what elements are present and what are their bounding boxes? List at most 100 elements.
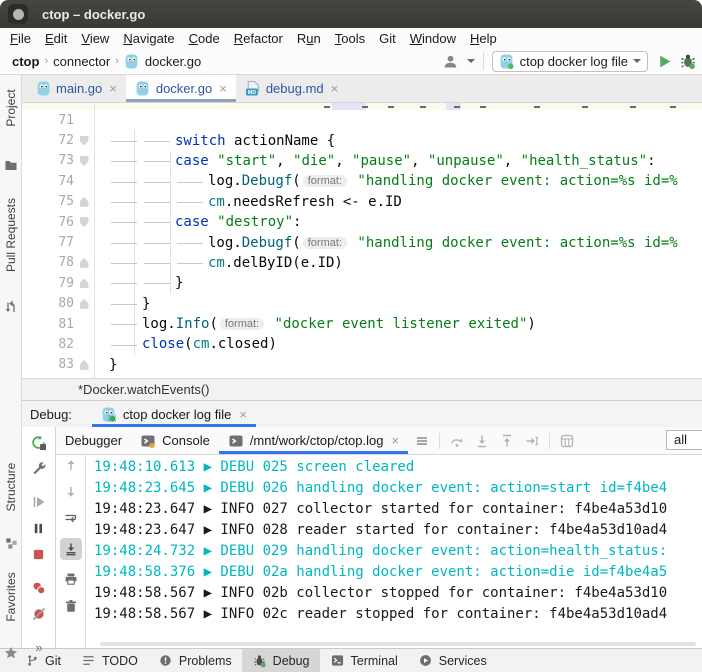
markdown-file-icon: MD [245,81,261,97]
stop-icon[interactable] [31,546,47,562]
breadcrumb-item[interactable]: docker.go [145,54,201,69]
log-output[interactable]: 19:48:10.613 ▶ DEBU 025 screen cleared19… [86,455,702,648]
down-icon[interactable] [63,484,79,500]
console-tab--mnt-work-ctop-ctop-log[interactable]: /mnt/work/ctop/ctop.log× [219,427,408,454]
menu-bar: FileEditViewNavigateCodeRefactorRunTools… [0,28,702,48]
fold-marker-icon[interactable] [80,217,89,227]
evaluate-icon[interactable] [559,433,575,449]
token [266,316,274,332]
log-line: 19:48:23.647 ▶ INFO 028 reader started f… [94,520,702,541]
breadcrumb-item[interactable]: connector [53,54,110,69]
statusbar-item-git[interactable]: Git [14,649,71,672]
statusbar-item-terminal[interactable]: Terminal [320,649,408,672]
close-icon[interactable]: × [219,82,227,95]
wrench-icon[interactable] [31,460,47,476]
step-into-icon[interactable] [474,433,490,449]
menu-item-navigate[interactable]: Navigate [116,31,181,46]
fold-marker-icon[interactable] [80,136,89,146]
editor-tab-main-go[interactable]: main.go× [26,75,126,102]
statusbar-item-todo[interactable]: TODO [71,649,148,672]
resume-icon[interactable] [31,494,47,510]
fold-marker-icon[interactable] [80,156,89,166]
token: actionName { [226,133,336,149]
menu-item-view[interactable]: View [74,31,116,46]
code-text: cm.delByID(e.ID) [94,255,343,271]
editor-tab-label: docker.go [156,81,212,96]
tab-whitespace [142,134,175,148]
fold-marker-icon[interactable] [80,299,89,309]
console-tab-debugger[interactable]: Debugger [56,427,131,454]
menu-item-git[interactable]: Git [372,31,403,46]
sidebar-item-favorites[interactable]: Favorites [4,572,18,621]
log-filter-select[interactable]: all [666,430,702,450]
pull-requests-icon[interactable] [3,299,19,315]
breadcrumb-item[interactable]: ctop [12,54,39,69]
token: ( [292,235,300,251]
fold-marker-icon[interactable] [80,197,89,207]
editor-tab-docker-go[interactable]: docker.go × [126,75,236,102]
statusbar-item-services[interactable]: Services [408,649,497,672]
menu-item-file[interactable]: File [3,31,38,46]
menu-item-tools[interactable]: Tools [328,31,372,46]
console-toolbar-icons [414,427,575,454]
code-line: 72switch actionName { [22,130,702,150]
statusbar-item-debug[interactable]: Debug [242,649,320,672]
token: .delByID(e.ID) [225,255,343,271]
print-icon[interactable] [63,571,79,587]
close-icon[interactable]: × [109,82,117,95]
sidebar-item-project[interactable]: Project [4,89,18,126]
run-to-cursor-icon[interactable] [524,433,540,449]
close-icon[interactable]: × [391,434,399,447]
run-button[interactable] [656,53,672,69]
fold-marker-icon[interactable] [80,278,89,288]
code-editor[interactable]: 7172switch actionName {73case "start", "… [22,103,702,378]
sidebar-item-pull-requests[interactable]: Pull Requests [4,198,18,272]
token: cm [208,194,225,210]
hamburger-icon[interactable] [414,433,430,449]
step-out-icon[interactable] [499,433,515,449]
up-icon[interactable] [63,457,79,473]
menu-item-window[interactable]: Window [403,31,463,46]
soft-wrap-icon[interactable] [63,511,79,527]
mute-breakpoints-icon[interactable] [31,606,47,622]
statusbar-item-problems[interactable]: Problems [148,649,242,672]
token: "health_status" [521,153,647,169]
statusbar-item-label: TODO [102,654,138,668]
step-over-icon[interactable] [449,433,465,449]
tab-whitespace [109,195,142,209]
project-icon[interactable] [3,157,19,173]
editor-tab-debug-md[interactable]: MDdebug.md× [236,75,347,102]
pause-icon[interactable] [31,520,47,536]
view-breakpoints-icon[interactable] [31,580,47,596]
menu-item-help[interactable]: Help [463,31,504,46]
scroll-to-end-icon[interactable] [60,538,82,560]
horizontal-scrollbar[interactable] [100,642,696,646]
fold-marker-icon[interactable] [80,258,89,268]
user-dropdown-caret[interactable] [467,59,475,67]
console-tab-console[interactable]: Console [131,427,219,454]
structure-icon[interactable] [3,535,19,551]
user-icon[interactable] [443,53,459,69]
tab-whitespace [142,154,175,168]
debug-button[interactable] [680,53,696,69]
debug-session-tab[interactable]: ctop docker log file × [92,401,256,427]
favorites-icon[interactable] [3,645,19,661]
token: "start" [217,153,276,169]
close-icon[interactable]: × [239,408,247,421]
code-line: 83} [22,355,702,375]
menu-item-refactor[interactable]: Refactor [227,31,290,46]
token: log. [208,235,242,251]
run-configuration-select[interactable]: ctop docker log file [492,51,648,72]
menu-item-code[interactable]: Code [182,31,227,46]
rerun-icon[interactable] [31,434,47,450]
trash-icon[interactable] [63,598,79,614]
token: ) [527,316,535,332]
menu-item-edit[interactable]: Edit [38,31,74,46]
token: cm [193,336,210,352]
close-icon[interactable]: × [331,82,339,95]
fold-marker-icon[interactable] [80,360,89,370]
sidebar-item-structure[interactable]: Structure [4,463,18,512]
main-toolbar: ctop›connector›docker.go ctop docker log… [0,48,702,75]
menu-item-run[interactable]: Run [290,31,328,46]
window-menu-button[interactable] [8,4,28,24]
